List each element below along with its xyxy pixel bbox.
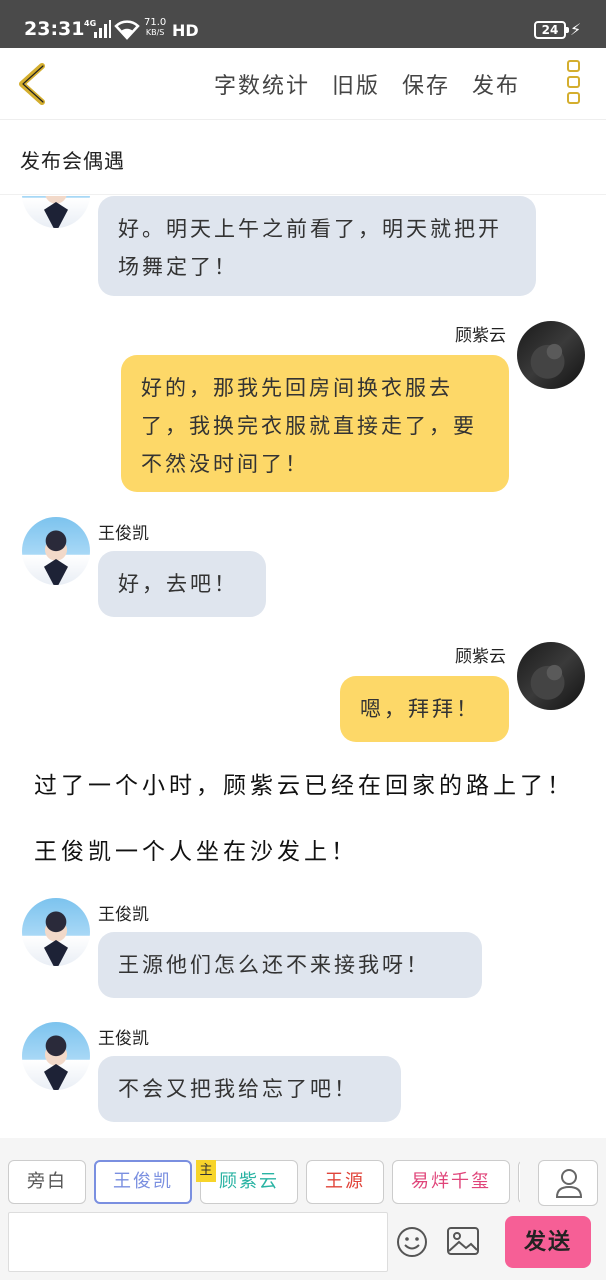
top-nav: 字数统计 旧版 保存 发布 [0,48,606,120]
save-button[interactable]: 保存 [402,68,450,100]
avatar[interactable] [22,1022,90,1090]
message-bubble[interactable]: 好，去吧！ [98,551,266,617]
narration-text[interactable]: 王俊凯一个人坐在沙发上！ [34,832,358,866]
composer-panel: 旁白 王俊凯 顾紫云 王源 易烊千玺 主 发送 [0,1138,606,1280]
nav-actions: 字数统计 旧版 保存 发布 [214,68,520,100]
role-wang-junkai[interactable]: 王俊凯 [94,1160,192,1204]
person-icon[interactable] [538,1160,598,1206]
role-yi-yangqianxi[interactable]: 易烊千玺 [392,1160,510,1204]
story-title: 发布会偶遇 [20,149,125,173]
role-more[interactable] [518,1160,520,1204]
old-version-button[interactable]: 旧版 [332,68,380,100]
smiley-icon[interactable] [396,1226,428,1258]
chat-area[interactable]: 好。明天上午之前看了，明天就把开场舞定了！ 顾紫云 好的，那我先回房间换衣服去了… [0,196,606,1138]
charging-icon: ⚡ [570,20,582,39]
host-badge: 主 [196,1160,216,1182]
message-sender-name: 顾紫云 [455,647,506,667]
wifi-icon [114,20,140,40]
avatar[interactable] [517,321,585,389]
word-count-button[interactable]: 字数统计 [214,68,310,100]
send-button[interactable]: 发送 [505,1216,591,1268]
message-sender-name: 王俊凯 [98,524,149,544]
role-wang-yuan[interactable]: 王源 [306,1160,384,1204]
avatar[interactable] [22,196,90,228]
message-bubble[interactable]: 不会又把我给忘了吧！ [98,1056,401,1122]
narration-text[interactable]: 过了一个小时，顾紫云已经在回家的路上了！ [34,766,574,800]
message-sender-name: 王俊凯 [98,1029,149,1049]
battery-level: 24 [541,23,559,37]
cell-signal-icon: 4G [84,19,111,38]
hd-indicator: HD [172,21,199,40]
image-icon[interactable] [446,1226,480,1256]
avatar[interactable] [22,517,90,585]
publish-button[interactable]: 发布 [472,68,520,100]
status-time: 23:31 [24,18,85,40]
message-sender-name: 王俊凯 [98,905,149,925]
net-speed: 71.0 KB/S [144,17,167,38]
chevron-left-icon[interactable] [14,62,54,106]
message-bubble[interactable]: 嗯，拜拜！ [340,676,509,742]
role-narrator[interactable]: 旁白 [8,1160,86,1204]
message-bubble[interactable]: 好的，那我先回房间换衣服去了，我换完衣服就直接走了，要不然没时间了！ [121,355,509,492]
status-bar: 23:31 4G 71.0 KB/S HD 24 ⚡ [0,0,606,48]
network-type: 4G [84,19,97,28]
message-sender-name: 顾紫云 [455,326,506,346]
avatar[interactable] [22,898,90,966]
message-input[interactable] [8,1212,388,1272]
more-vertical-icon[interactable] [563,60,583,110]
battery-icon: 24 [534,21,569,39]
message-bubble[interactable]: 王源他们怎么还不来接我呀！ [98,932,482,998]
message-bubble[interactable]: 好。明天上午之前看了，明天就把开场舞定了！ [98,196,536,296]
avatar[interactable] [517,642,585,710]
story-title-row[interactable]: 发布会偶遇 [0,121,606,195]
role-selector[interactable]: 旁白 王俊凯 顾紫云 王源 易烊千玺 [8,1160,520,1206]
